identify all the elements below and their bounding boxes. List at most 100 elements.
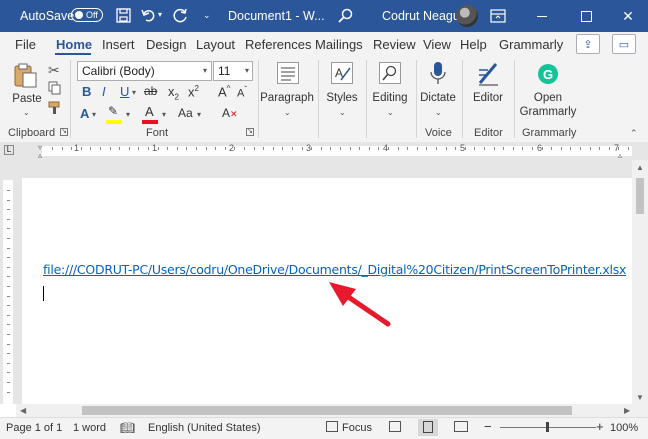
title-bar: AutoSave Off ▾ ⌄ Document1 - W... Codrut… bbox=[0, 0, 648, 32]
undo-icon[interactable] bbox=[141, 8, 157, 23]
italic-button[interactable]: I bbox=[102, 84, 106, 99]
customize-qat-icon[interactable]: ⌄ bbox=[203, 10, 211, 21]
ribbon-display-icon[interactable] bbox=[490, 9, 506, 23]
read-mode-icon[interactable] bbox=[389, 421, 401, 432]
zoom-in-icon[interactable]: + bbox=[596, 419, 604, 434]
focus-mode-button[interactable]: Focus bbox=[342, 422, 372, 434]
tab-view[interactable]: View bbox=[423, 37, 451, 52]
comments-button[interactable]: ▭ bbox=[612, 34, 636, 54]
shrink-font-button[interactable]: Aˇ bbox=[237, 85, 247, 100]
avatar[interactable] bbox=[456, 5, 478, 27]
tab-help[interactable]: Help bbox=[460, 37, 487, 52]
styles-button[interactable]: A Styles ⌄ bbox=[322, 58, 362, 124]
ruler-tick bbox=[494, 147, 495, 150]
search-icon[interactable] bbox=[338, 8, 353, 23]
word-count[interactable]: 1 word bbox=[73, 422, 106, 434]
web-layout-icon[interactable] bbox=[454, 421, 468, 432]
copy-icon[interactable] bbox=[48, 81, 62, 95]
tab-references[interactable]: References bbox=[245, 37, 311, 52]
tab-layout[interactable]: Layout bbox=[196, 37, 235, 52]
cut-icon[interactable]: ✂ bbox=[48, 62, 60, 79]
vertical-ruler-tick bbox=[7, 228, 10, 229]
highlight-dropdown-icon[interactable]: ▾ bbox=[126, 110, 130, 119]
save-icon[interactable] bbox=[116, 8, 131, 23]
clear-formatting-label: A bbox=[222, 106, 231, 120]
font-launcher-icon[interactable]: ↘ bbox=[246, 128, 254, 136]
close-button[interactable]: ✕ bbox=[608, 0, 648, 32]
strikethrough-button[interactable]: ab bbox=[144, 84, 157, 98]
tab-selector-icon[interactable]: L bbox=[4, 145, 14, 155]
text-effects-dropdown-icon[interactable]: ▾ bbox=[92, 110, 96, 119]
font-group-label: Font bbox=[146, 127, 169, 139]
right-indent-icon[interactable]: ▵ bbox=[618, 151, 622, 160]
redo-icon[interactable] bbox=[173, 8, 189, 24]
font-color-button[interactable]: A bbox=[145, 104, 154, 119]
subscript-button[interactable]: x2 bbox=[168, 84, 179, 102]
clipboard-launcher-icon[interactable]: ↘ bbox=[60, 128, 68, 136]
ruler-tick bbox=[465, 147, 466, 150]
dictate-button[interactable]: Dictate ⌄ bbox=[418, 58, 458, 124]
page-count[interactable]: Page 1 of 1 bbox=[6, 422, 62, 434]
scroll-up-icon[interactable]: ▲ bbox=[636, 163, 644, 172]
paste-dropdown-icon[interactable]: ⌄ bbox=[23, 108, 30, 117]
vertical-ruler-tick bbox=[7, 238, 10, 239]
vertical-ruler-tick bbox=[7, 267, 10, 268]
scroll-down-icon[interactable]: ▼ bbox=[636, 393, 644, 402]
tab-file[interactable]: File bbox=[15, 37, 36, 52]
chevron-down-icon: ⌄ bbox=[339, 108, 346, 117]
open-grammarly-button[interactable]: G Open Grammarly bbox=[516, 58, 580, 124]
tab-design[interactable]: Design bbox=[146, 37, 186, 52]
zoom-out-icon[interactable]: − bbox=[484, 419, 492, 434]
tab-review[interactable]: Review bbox=[373, 37, 416, 52]
zoom-level[interactable]: 100% bbox=[610, 422, 638, 434]
paste-button[interactable]: Paste bbox=[12, 62, 42, 106]
hanging-indent-icon[interactable]: ▵ bbox=[38, 151, 42, 160]
change-case-button[interactable]: Aa bbox=[178, 106, 193, 120]
grow-font-button[interactable]: A^ bbox=[218, 84, 230, 99]
scroll-right-icon[interactable]: ▶ bbox=[624, 406, 630, 415]
toggle-knob bbox=[75, 11, 83, 19]
scroll-left-icon[interactable]: ◀ bbox=[20, 406, 26, 415]
autosave-toggle[interactable]: Off bbox=[71, 8, 103, 22]
underline-button[interactable]: U bbox=[120, 84, 129, 99]
language[interactable]: English (United States) bbox=[148, 422, 261, 434]
user-name[interactable]: Codrut Neagu bbox=[382, 9, 460, 23]
document-hyperlink[interactable]: file:///CODRUT-PC/Users/codru/OneDrive/D… bbox=[43, 262, 626, 277]
minimize-button[interactable] bbox=[522, 0, 562, 32]
annotation-arrow-icon bbox=[329, 282, 391, 327]
horizontal-ruler[interactable]: L ▿ ▵ 1 1 2 3 4 5 6 7 ▵ bbox=[0, 142, 648, 161]
horizontal-scroll-thumb[interactable] bbox=[82, 406, 572, 415]
zoom-slider-thumb[interactable] bbox=[546, 422, 549, 432]
maximize-icon bbox=[580, 10, 592, 22]
tab-grammarly[interactable]: Grammarly bbox=[499, 37, 563, 52]
bold-button[interactable]: B bbox=[82, 84, 91, 99]
highlight-button[interactable]: ✎ bbox=[108, 104, 118, 118]
vertical-ruler-tick bbox=[7, 219, 10, 220]
font-size-combo[interactable]: 11 ▾ bbox=[213, 61, 253, 81]
vertical-scroll-thumb[interactable] bbox=[636, 178, 644, 214]
change-case-dropdown-icon[interactable]: ▾ bbox=[197, 110, 201, 119]
share-button[interactable]: ⇪ bbox=[576, 34, 600, 54]
editing-button[interactable]: Editing ⌄ bbox=[368, 58, 412, 124]
font-name-combo[interactable]: Calibri (Body) ▾ bbox=[77, 61, 212, 81]
paragraph-button[interactable]: Paragraph ⌄ bbox=[260, 58, 314, 124]
maximize-button[interactable] bbox=[566, 0, 606, 32]
undo-dropdown-icon[interactable]: ▾ bbox=[158, 10, 162, 19]
text-effects-button[interactable]: A bbox=[80, 106, 89, 121]
format-painter-icon[interactable] bbox=[48, 101, 62, 115]
tab-mailings[interactable]: Mailings bbox=[315, 37, 363, 52]
styles-icon: A bbox=[331, 62, 353, 84]
ruler-tick bbox=[426, 147, 427, 150]
font-color-dropdown-icon[interactable]: ▾ bbox=[162, 110, 166, 119]
ruler-tick bbox=[119, 147, 120, 150]
ruler-number: 1 bbox=[74, 143, 80, 153]
superscript-button[interactable]: x2 bbox=[188, 84, 199, 99]
editor-button[interactable]: Editor bbox=[466, 58, 510, 124]
clear-formatting-button[interactable]: A✕ bbox=[222, 106, 238, 120]
underline-dropdown-icon[interactable]: ▾ bbox=[132, 88, 136, 97]
proofing-icon[interactable]: 📖︎ bbox=[120, 421, 135, 435]
tab-insert[interactable]: Insert bbox=[102, 37, 135, 52]
collapse-ribbon-icon[interactable]: ⌃ bbox=[630, 128, 638, 139]
tab-home[interactable]: Home bbox=[56, 37, 92, 52]
ruler-tick bbox=[273, 147, 274, 150]
